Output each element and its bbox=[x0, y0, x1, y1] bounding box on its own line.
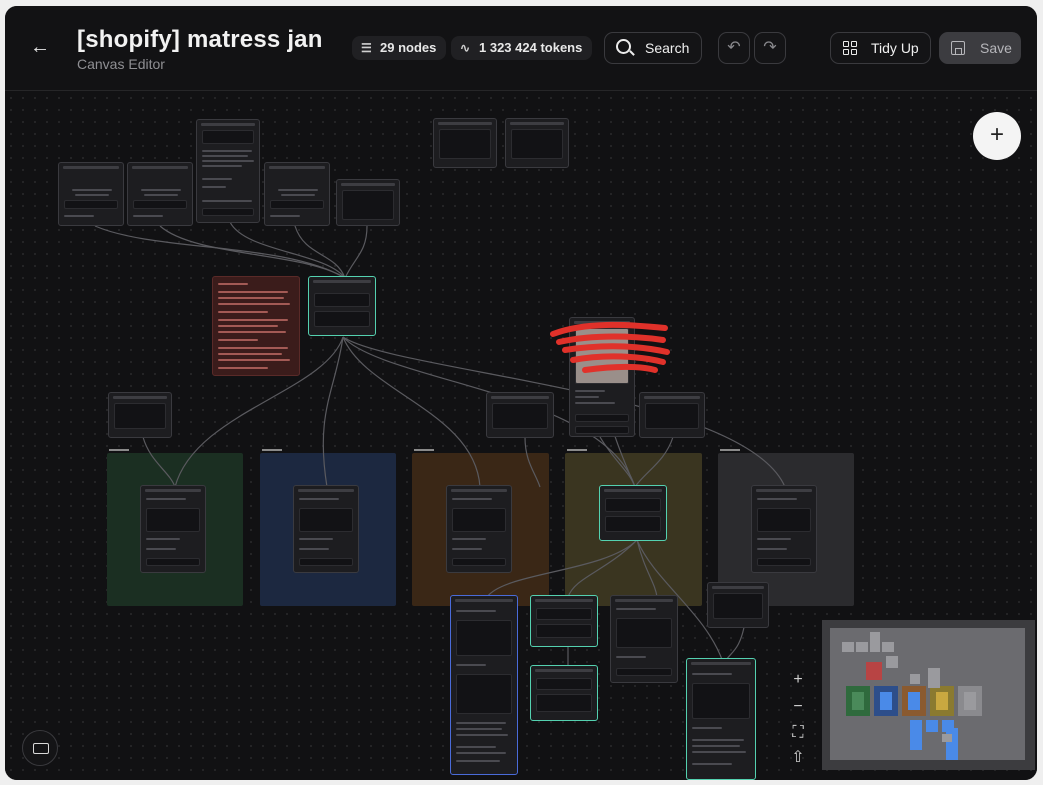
upload-node[interactable] bbox=[127, 162, 193, 226]
activity-icon: ∿ bbox=[460, 41, 471, 55]
redo-icon: ↷ bbox=[763, 39, 777, 56]
back-button[interactable]: ← bbox=[27, 34, 53, 60]
redaction-scribble bbox=[550, 321, 670, 373]
llm-node[interactable] bbox=[751, 485, 817, 573]
llm-node-selected[interactable] bbox=[530, 665, 598, 721]
search-label: Search bbox=[645, 40, 690, 56]
llm-node-selected[interactable] bbox=[599, 485, 667, 541]
llm-node[interactable] bbox=[140, 485, 206, 573]
prompt-node[interactable] bbox=[505, 118, 569, 168]
nodes-count-text: 29 nodes bbox=[380, 40, 437, 55]
upload-node[interactable] bbox=[58, 162, 124, 226]
zoom-out-button[interactable]: − bbox=[785, 696, 811, 718]
llm-node-active[interactable] bbox=[450, 595, 518, 775]
llm-node[interactable] bbox=[446, 485, 512, 573]
save-icon bbox=[951, 41, 965, 55]
tidy-up-button[interactable]: Tidy Up bbox=[830, 32, 931, 64]
export-button[interactable]: ⇧ bbox=[785, 747, 811, 769]
llm-node-selected[interactable] bbox=[530, 595, 598, 647]
text-node[interactable] bbox=[336, 179, 400, 226]
llm-node-selected[interactable] bbox=[686, 658, 756, 780]
save-label: Save bbox=[980, 40, 1012, 56]
llm-node[interactable] bbox=[293, 485, 359, 573]
save-button[interactable]: Save bbox=[939, 32, 1021, 64]
minimap[interactable] bbox=[822, 620, 1035, 770]
search-button[interactable]: Search bbox=[604, 32, 702, 64]
keyboard-shortcuts-button[interactable] bbox=[22, 730, 58, 766]
text-node[interactable] bbox=[707, 582, 769, 628]
page-title: [shopify] matress jan bbox=[77, 26, 323, 53]
undo-icon: ↶ bbox=[727, 39, 741, 56]
file-node[interactable] bbox=[196, 119, 260, 223]
fit-view-icon: ⛶ bbox=[792, 724, 804, 741]
upload-node[interactable] bbox=[264, 162, 330, 226]
text-node[interactable] bbox=[108, 392, 172, 438]
tokens-count-badge: ∿ 1 323 424 tokens bbox=[451, 36, 593, 60]
add-node-button[interactable]: + bbox=[973, 112, 1021, 160]
nodes-count-badge: ☰ 29 nodes bbox=[352, 36, 447, 60]
search-icon bbox=[616, 39, 631, 54]
prompt-node[interactable] bbox=[433, 118, 497, 168]
text-node[interactable] bbox=[486, 392, 554, 438]
arrow-left-icon: ← bbox=[30, 36, 50, 58]
node-canvas[interactable]: + + − ⛶ ⇧ bbox=[5, 92, 1037, 780]
page-subtitle: Canvas Editor bbox=[77, 56, 165, 72]
undo-button[interactable]: ↶ bbox=[718, 32, 750, 64]
text-node[interactable] bbox=[639, 392, 705, 438]
canvas-editor-window: ← [shopify] matress jan Canvas Editor ☰ … bbox=[5, 6, 1037, 780]
minimap-viewport bbox=[830, 628, 1025, 760]
export-icon: ⇧ bbox=[791, 749, 805, 766]
zoom-in-button[interactable]: + bbox=[785, 669, 811, 691]
grid-icon bbox=[843, 41, 857, 55]
redo-button[interactable]: ↷ bbox=[754, 32, 786, 64]
llm-node-selected[interactable] bbox=[308, 276, 376, 336]
tokens-count-text: 1 323 424 tokens bbox=[479, 40, 583, 55]
sticky-note[interactable] bbox=[212, 276, 300, 376]
layers-icon: ☰ bbox=[361, 41, 372, 55]
llm-node[interactable] bbox=[610, 595, 678, 683]
tidy-up-label: Tidy Up bbox=[871, 40, 919, 56]
keyboard-icon bbox=[33, 743, 49, 754]
top-bar: ← [shopify] matress jan Canvas Editor ☰ … bbox=[5, 6, 1037, 91]
fit-view-button[interactable]: ⛶ bbox=[785, 722, 811, 744]
